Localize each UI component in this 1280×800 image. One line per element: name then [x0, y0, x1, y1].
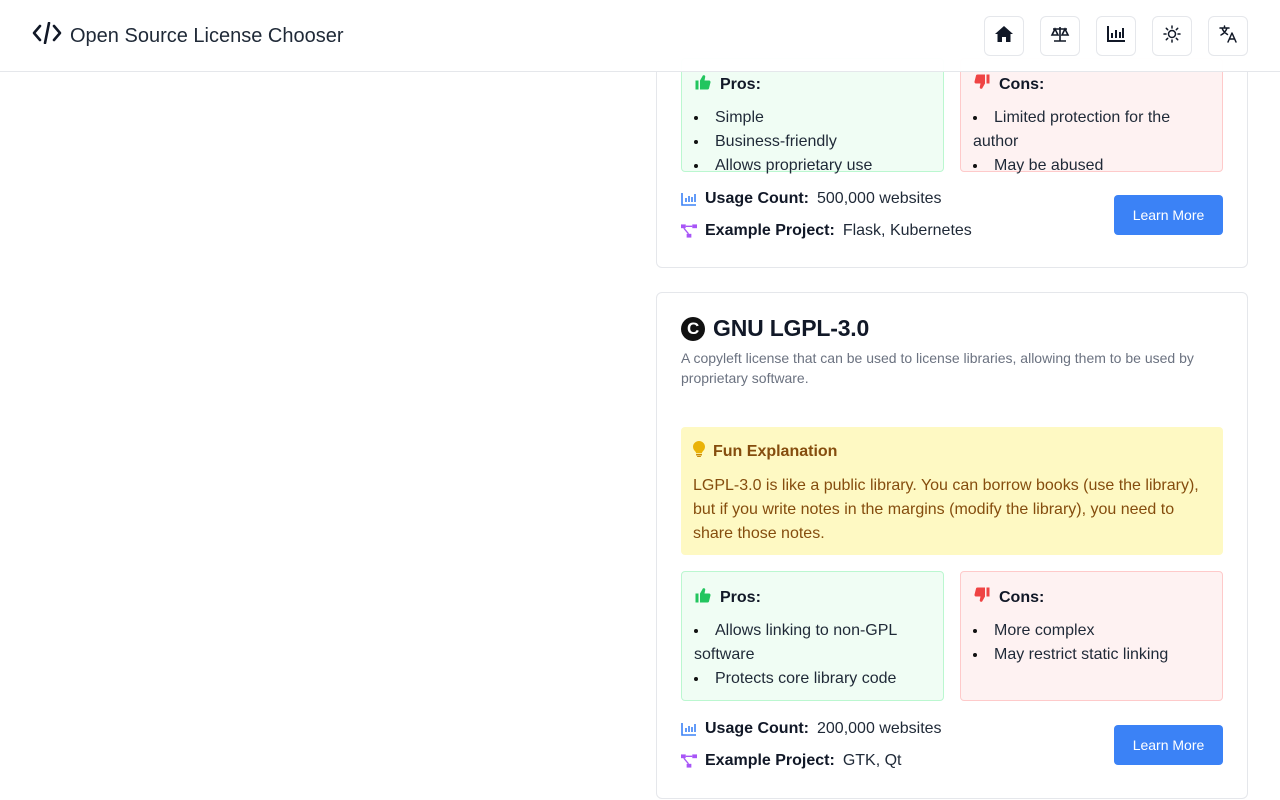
thumbs-down-icon	[973, 586, 991, 609]
app-title: Open Source License Chooser	[70, 24, 344, 47]
fun-explanation-header: Fun Explanation	[693, 441, 1211, 462]
copyleft-icon: C	[681, 316, 705, 341]
list-item: May restrict static linking	[973, 643, 1210, 667]
lightbulb-icon	[693, 441, 705, 462]
license-card-lgpl: C GNU LGPL-3.0 A copyleft license that c…	[656, 292, 1248, 799]
list-item: Allows proprietary use	[694, 154, 931, 178]
example-label: Example Project:	[705, 752, 835, 769]
list-item: Allows linking to non-GPL software	[694, 619, 931, 667]
project-diagram-icon	[681, 223, 697, 239]
example-row: Example Project: Flask, Kubernetes	[681, 222, 972, 240]
cons-title: Cons:	[999, 75, 1045, 93]
theme-toggle-button[interactable]	[1152, 16, 1192, 56]
fun-explanation-box: Fun Explanation LGPL-3.0 is like a publi…	[681, 427, 1223, 555]
bar-chart-icon	[681, 191, 697, 207]
usage-row: Usage Count: 200,000 websites	[681, 720, 942, 738]
pros-box: Pros: Simple Business-friendly Allows pr…	[681, 58, 944, 174]
cons-box: Cons: Limited protection for the author …	[960, 58, 1223, 174]
pros-title: Pros:	[720, 75, 761, 93]
top-navbar: Open Source License Chooser	[0, 0, 1280, 72]
list-item: May be abused	[973, 154, 1210, 178]
usage-label: Usage Count:	[705, 720, 809, 737]
cons-list: Limited protection for the author May be…	[973, 106, 1210, 178]
thumbs-up-icon	[694, 586, 712, 609]
usage-row: Usage Count: 500,000 websites	[681, 190, 942, 208]
cons-list: More complex May restrict static linking	[973, 619, 1210, 667]
pros-header: Pros:	[694, 586, 931, 609]
learn-more-button[interactable]: Learn More	[1114, 195, 1223, 235]
scale-icon	[1050, 25, 1070, 48]
usage-value: 500,000 websites	[817, 190, 942, 207]
example-row: Example Project: GTK, Qt	[681, 752, 902, 770]
usage-label: Usage Count:	[705, 190, 809, 207]
example-value: GTK, Qt	[842, 752, 902, 769]
pros-header: Pros:	[694, 73, 931, 96]
sun-icon	[1163, 24, 1181, 48]
example-value: Flask, Kubernetes	[842, 222, 972, 239]
pros-list: Simple Business-friendly Allows propriet…	[694, 106, 931, 178]
license-name: GNU LGPL-3.0	[713, 315, 870, 341]
list-item: Business-friendly	[694, 130, 931, 154]
usage-value: 200,000 websites	[817, 720, 942, 737]
pros-list: Allows linking to non-GPL software Prote…	[694, 619, 931, 691]
card-title: C GNU LGPL-3.0	[681, 315, 869, 342]
home-button[interactable]	[984, 16, 1024, 56]
pros-box: Pros: Allows linking to non-GPL software…	[681, 571, 944, 701]
chart-icon	[1106, 25, 1126, 48]
example-label: Example Project:	[705, 222, 835, 239]
list-item: Protects core library code	[694, 667, 931, 691]
compare-button[interactable]	[1040, 16, 1080, 56]
translate-icon	[1218, 24, 1238, 49]
project-diagram-icon	[681, 753, 697, 769]
cons-header: Cons:	[973, 73, 1210, 96]
main-content: Pros: Simple Business-friendly Allows pr…	[0, 0, 1280, 800]
cons-title: Cons:	[999, 588, 1045, 606]
thumbs-down-icon	[973, 73, 991, 96]
list-item: Simple	[694, 106, 931, 130]
thumbs-up-icon	[694, 73, 712, 96]
bar-chart-icon	[681, 721, 697, 737]
list-item: More complex	[973, 619, 1210, 643]
fun-explanation-title: Fun Explanation	[713, 442, 838, 460]
list-item: Limited protection for the author	[973, 106, 1210, 154]
code-icon	[32, 21, 62, 50]
license-description: A copyleft license that can be used to l…	[681, 350, 1194, 386]
cons-box: Cons: More complex May restrict static l…	[960, 571, 1223, 701]
home-icon	[994, 25, 1014, 48]
cons-header: Cons:	[973, 586, 1210, 609]
language-button[interactable]	[1208, 16, 1248, 56]
stats-button[interactable]	[1096, 16, 1136, 56]
pros-title: Pros:	[720, 588, 761, 606]
fun-explanation-text: LGPL-3.0 is like a public library. You c…	[693, 477, 1199, 542]
brand[interactable]: Open Source License Chooser	[32, 21, 344, 50]
learn-more-button[interactable]: Learn More	[1114, 725, 1223, 765]
